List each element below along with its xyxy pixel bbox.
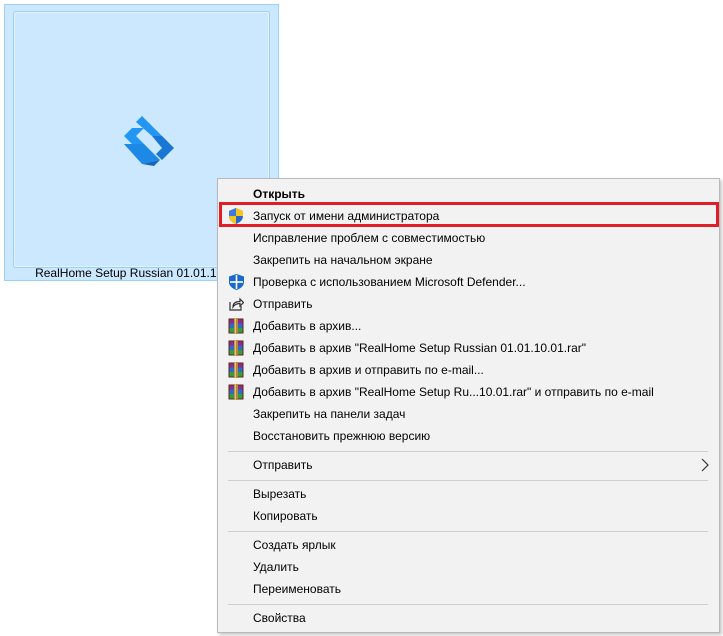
- defender-icon: [228, 274, 244, 290]
- menu-item-delete[interactable]: Удалить: [220, 556, 717, 578]
- winrar-icon: [228, 318, 244, 334]
- menu-item-label: Свойства: [253, 611, 306, 625]
- menu-item-label: Открыть: [253, 187, 306, 201]
- menu-item-create-shortcut[interactable]: Создать ярлык: [220, 534, 717, 556]
- menu-item-label: Исправление проблем с совместимостью: [253, 231, 486, 245]
- winrar-icon: [228, 362, 244, 378]
- menu-item-run-as-admin[interactable]: Запуск от имени администратора: [220, 205, 717, 227]
- menu-item-label: Вырезать: [253, 487, 307, 501]
- menu-item-label: Закрепить на панели задач: [253, 407, 406, 421]
- menu-item-properties[interactable]: Свойства: [220, 607, 717, 629]
- menu-item-scan-defender[interactable]: Проверка с использованием Microsoft Defe…: [220, 271, 717, 293]
- menu-item-label: Запуск от имени администратора: [253, 209, 440, 223]
- menu-item-open[interactable]: Открыть: [220, 183, 717, 205]
- menu-item-label: Переименовать: [253, 582, 341, 596]
- menu-item-troubleshoot-compatibility[interactable]: Исправление проблем с совместимостью: [220, 227, 717, 249]
- menu-separator: [228, 480, 708, 481]
- menu-item-label: Добавить в архив "RealHome Setup Ru...10…: [253, 385, 654, 399]
- menu-item-send-to[interactable]: Отправить: [220, 454, 717, 476]
- menu-separator: [228, 604, 708, 605]
- chevron-right-icon: [701, 458, 709, 475]
- menu-item-label: Отправить: [253, 297, 313, 311]
- menu-separator: [228, 531, 708, 532]
- menu-item-label: Отправить: [253, 458, 313, 472]
- menu-item-add-to-archive-email[interactable]: Добавить в архив и отправить по e-mail..…: [220, 359, 717, 381]
- menu-item-label: Проверка с использованием Microsoft Defe…: [253, 275, 526, 289]
- winrar-icon: [228, 384, 244, 400]
- menu-item-add-to-named-archive[interactable]: Добавить в архив "RealHome Setup Russian…: [220, 337, 717, 359]
- menu-item-share[interactable]: Отправить: [220, 293, 717, 315]
- menu-item-label: Добавить в архив "RealHome Setup Russian…: [253, 341, 587, 355]
- menu-separator: [228, 451, 708, 452]
- context-menu: Открыть Запуск от имени администратора И…: [217, 178, 720, 633]
- menu-item-add-to-archive[interactable]: Добавить в архив...: [220, 315, 717, 337]
- menu-item-copy[interactable]: Копировать: [220, 505, 717, 527]
- menu-item-cut[interactable]: Вырезать: [220, 483, 717, 505]
- menu-item-pin-to-start[interactable]: Закрепить на начальном экране: [220, 249, 717, 271]
- menu-item-restore-previous-versions[interactable]: Восстановить прежнюю версию: [220, 425, 717, 447]
- menu-item-label: Удалить: [253, 560, 299, 574]
- winrar-icon: [228, 340, 244, 356]
- menu-item-add-to-named-archive-email[interactable]: Добавить в архив "RealHome Setup Ru...10…: [220, 381, 717, 403]
- menu-item-pin-to-taskbar[interactable]: Закрепить на панели задач: [220, 403, 717, 425]
- uac-shield-icon: [228, 208, 244, 224]
- menu-item-label: Создать ярлык: [253, 538, 336, 552]
- menu-item-label: Добавить в архив и отправить по e-mail..…: [253, 363, 484, 377]
- menu-item-label: Восстановить прежнюю версию: [253, 429, 431, 443]
- menu-item-rename[interactable]: Переименовать: [220, 578, 717, 600]
- menu-item-label: Добавить в архив...: [253, 319, 362, 333]
- menu-item-label: Копировать: [253, 509, 318, 523]
- realhome-app-icon: [124, 116, 174, 166]
- share-icon: [228, 296, 244, 312]
- menu-item-label: Закрепить на начальном экране: [253, 253, 433, 267]
